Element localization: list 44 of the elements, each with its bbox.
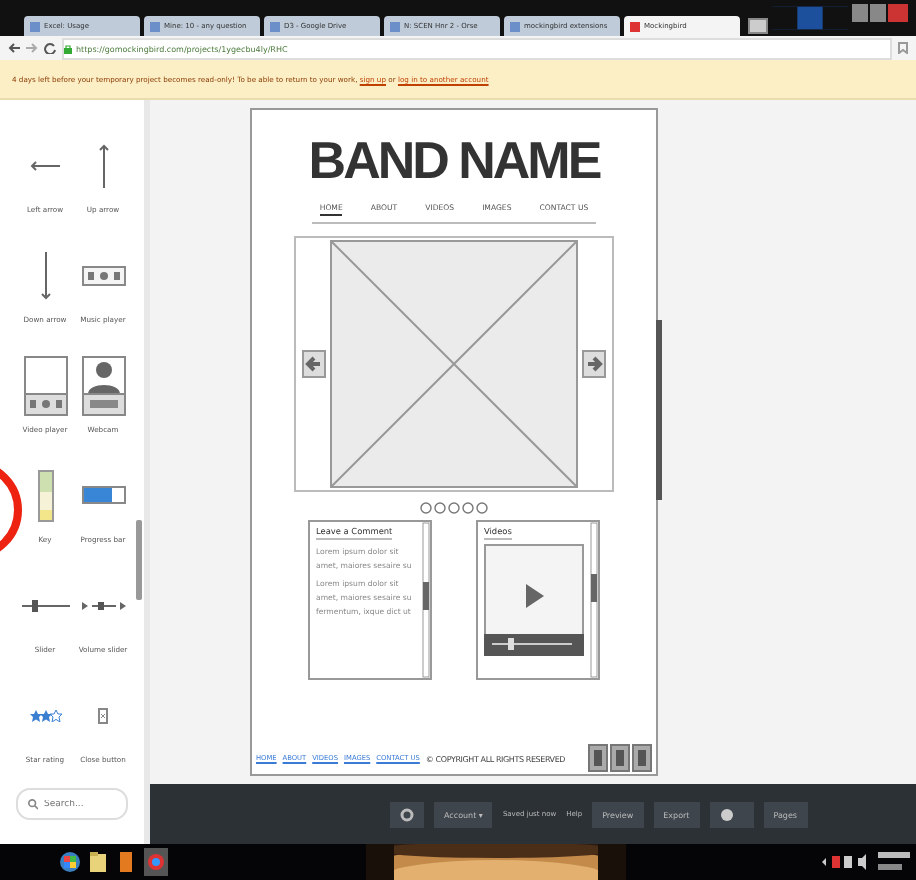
social-icon[interactable] [632, 744, 652, 772]
zoom-icon [719, 807, 734, 821]
down-arrow-icon[interactable] [39, 251, 51, 299]
scrollbar-icon[interactable] [422, 522, 430, 678]
social-icon[interactable] [610, 744, 630, 772]
right-arrow-icon[interactable] [582, 350, 606, 378]
settings-icon [400, 807, 414, 821]
scrollbar-icon[interactable] [590, 522, 598, 678]
favicon-icon [510, 21, 520, 31]
pagination-dots[interactable] [420, 502, 488, 514]
star-rating-icon[interactable] [29, 709, 61, 721]
music-player-icon[interactable] [81, 265, 125, 285]
window-controls-icon[interactable] [852, 4, 908, 22]
video-player-icon[interactable] [23, 355, 67, 415]
reload-icon[interactable] [44, 42, 56, 54]
lock-icon [64, 43, 72, 53]
left-arrow-icon[interactable] [29, 157, 61, 173]
volume-slider-icon[interactable] [79, 599, 127, 611]
video-player-drawing[interactable] [484, 544, 584, 656]
site-title: BAND NAME [308, 130, 600, 190]
settings-button[interactable] [390, 801, 424, 827]
bookmark-icon[interactable] [898, 42, 908, 54]
favicon-icon [390, 21, 400, 31]
zoom-button[interactable] [709, 801, 754, 827]
favicon-icon [30, 21, 40, 31]
slider-icon[interactable] [21, 599, 69, 611]
scrollbar-thumb-icon[interactable] [656, 320, 662, 500]
webcam-icon[interactable] [81, 355, 125, 415]
close-button-icon[interactable] [98, 707, 108, 723]
scrollbar-thumb-icon[interactable] [136, 520, 142, 600]
back-icon[interactable] [8, 42, 20, 54]
system-tray-icon[interactable] [822, 854, 870, 870]
social-icon[interactable] [588, 744, 608, 772]
media-player-icon[interactable] [116, 850, 136, 874]
progress-bar-icon[interactable] [81, 486, 125, 504]
favicon-icon [270, 21, 280, 31]
folder-icon[interactable] [88, 850, 108, 874]
up-arrow-icon[interactable] [97, 143, 109, 187]
favicon-icon [150, 21, 160, 31]
favicon-icon [630, 21, 640, 31]
start-icon[interactable] [60, 850, 80, 874]
left-arrow-icon[interactable] [302, 350, 326, 378]
search-icon [28, 798, 38, 810]
legend-icon[interactable] [37, 469, 53, 521]
